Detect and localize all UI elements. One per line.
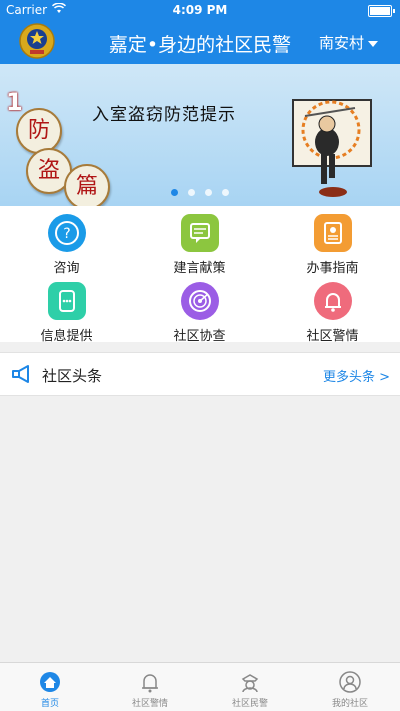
message-icon bbox=[180, 214, 219, 252]
banner-headline: 入室盗窃防范提示 bbox=[92, 105, 236, 125]
location-label: 南安村 bbox=[318, 34, 364, 52]
status-bar: Carrier 4:09 PM bbox=[0, 0, 400, 20]
banner-carousel[interactable]: 1 防 盗 篇 入室盗窃防范提示 bbox=[0, 64, 400, 206]
carousel-dot[interactable] bbox=[222, 189, 229, 196]
top-bar: Carrier 4:09 PM 嘉定•身边的社区民警 南安村 bbox=[0, 0, 400, 64]
battery-icon bbox=[368, 5, 395, 17]
radar-icon bbox=[180, 282, 219, 320]
banner-chip: 防 bbox=[16, 108, 62, 154]
menu-item-suggestion[interactable]: 建言献策 bbox=[133, 206, 266, 276]
location-selector[interactable]: 南安村 bbox=[319, 32, 378, 53]
menu-item-label: 社区协查 bbox=[173, 329, 226, 344]
tab-bar: 首页 社区警情 社区民警 我的社区 bbox=[0, 662, 400, 711]
tab-label: 首页 bbox=[40, 699, 59, 709]
headlines-bar: 社区头条 更多头条 > bbox=[0, 352, 400, 396]
chat-icon bbox=[47, 282, 86, 320]
menu-item-consult[interactable]: ? 咨询 bbox=[0, 206, 133, 276]
bell-icon bbox=[313, 282, 352, 320]
tab-label: 社区警情 bbox=[131, 699, 168, 709]
bell-icon bbox=[142, 674, 158, 693]
question-icon: ? bbox=[47, 214, 86, 252]
service-grid: ? 咨询 建言献策 办事指南 信息提供 社区协查 社区警情 bbox=[0, 206, 400, 344]
menu-item-guide[interactable]: 办事指南 bbox=[266, 206, 399, 276]
tab-home[interactable]: 首页 bbox=[0, 663, 100, 711]
carousel-dot[interactable] bbox=[171, 189, 178, 196]
tab-label: 我的社区 bbox=[331, 699, 368, 709]
more-headlines-link[interactable]: 更多头条 > bbox=[323, 366, 390, 385]
caret-down-icon bbox=[368, 40, 378, 47]
carousel-dot[interactable] bbox=[205, 189, 212, 196]
page-title: 嘉定•身边的社区民警 bbox=[108, 34, 292, 56]
carousel-indicator[interactable] bbox=[0, 181, 400, 200]
tab-community-alerts[interactable]: 社区警情 bbox=[100, 663, 200, 711]
profile-icon bbox=[339, 671, 361, 693]
clock: 4:09 PM bbox=[172, 3, 228, 17]
banner-badge-number: 1 bbox=[6, 88, 23, 116]
menu-item-alerts[interactable]: 社区警情 bbox=[266, 274, 399, 344]
svg-text:?: ? bbox=[63, 226, 70, 242]
police-icon bbox=[241, 674, 259, 693]
tab-my-community[interactable]: 我的社区 bbox=[300, 663, 400, 711]
menu-item-info[interactable]: 信息提供 bbox=[0, 274, 133, 344]
headlines-label: 社区头条 bbox=[42, 367, 103, 385]
document-icon bbox=[313, 214, 352, 252]
tab-label: 社区民警 bbox=[231, 699, 268, 709]
menu-item-label: 社区警情 bbox=[306, 329, 359, 344]
home-icon bbox=[40, 672, 60, 692]
menu-item-label: 信息提供 bbox=[40, 329, 93, 344]
tab-community-police[interactable]: 社区民警 bbox=[200, 663, 300, 711]
megaphone-icon bbox=[10, 363, 34, 385]
carousel-dot[interactable] bbox=[188, 189, 195, 196]
police-emblem-logo bbox=[18, 22, 56, 60]
menu-item-investigation[interactable]: 社区协查 bbox=[133, 274, 266, 344]
